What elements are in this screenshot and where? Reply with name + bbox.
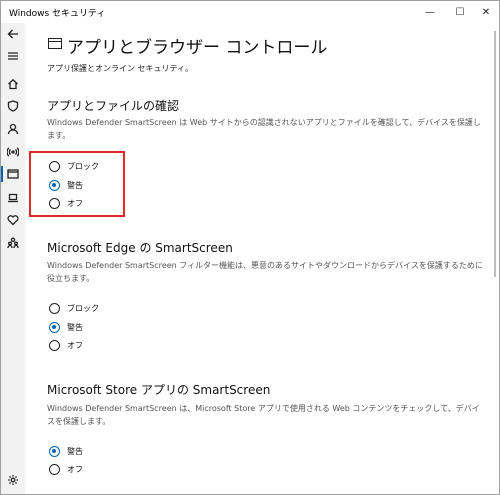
section-heading-edge-smartscreen: Microsoft Edge の SmartScreen: [47, 241, 233, 255]
page-title: アプリとブラウザー コントロール: [67, 38, 328, 58]
maximize-button[interactable]: ☐: [447, 1, 473, 23]
radio-label: オフ: [67, 340, 83, 350]
sidebar: [1, 23, 25, 494]
gear-icon[interactable]: [5, 472, 21, 488]
section-description: Windows Defender SmartScreen は Web サイトから…: [47, 118, 481, 140]
radio-circle[interactable]: [49, 302, 60, 314]
window-title: Windows セキュリティ: [9, 9, 106, 19]
section-description: Windows Defender SmartScreen は、Microsoft…: [47, 404, 480, 426]
app-browser-icon[interactable]: [5, 166, 21, 182]
person-icon[interactable]: [5, 121, 21, 137]
heart-icon[interactable]: [5, 212, 21, 228]
radio-label: 警告: [67, 322, 83, 332]
radio-store-warn[interactable]: 警告: [49, 444, 83, 458]
vertical-scrollbar[interactable]: [491, 23, 499, 494]
scrollbar-thumb[interactable]: [494, 31, 496, 277]
family-icon[interactable]: [5, 235, 21, 251]
highlight-annotation: [29, 151, 125, 217]
radio-edge-block[interactable]: ブロック: [49, 301, 99, 315]
title-bar: Windows セキュリティ — ☐ ✕: [1, 1, 499, 23]
radio-circle[interactable]: [49, 339, 60, 351]
laptop-icon[interactable]: [5, 190, 21, 206]
home-icon[interactable]: [5, 76, 21, 92]
section-description: Windows Defender SmartScreen フィルター機能は、悪意…: [47, 261, 483, 283]
radio-label: ブロック: [67, 303, 99, 313]
app-window: Windows セキュリティ — ☐ ✕ アプリとブラウザー コントロール アプ…: [0, 0, 500, 495]
back-arrow-icon[interactable]: [5, 26, 21, 42]
radio-edge-off[interactable]: オフ: [49, 338, 83, 352]
radio-label: オフ: [67, 464, 83, 474]
radio-edge-warn[interactable]: 警告: [49, 320, 83, 334]
active-indicator: [1, 166, 3, 182]
section-heading-app-file-check: アプリとファイルの確認: [47, 99, 180, 113]
close-button[interactable]: ✕: [473, 1, 499, 23]
radio-label: 警告: [67, 446, 83, 456]
page-subtitle: アプリ保護とオンライン セキュリティ。: [47, 64, 194, 73]
radio-circle-checked[interactable]: [49, 445, 60, 457]
radio-circle[interactable]: [49, 463, 60, 475]
radio-store-off[interactable]: オフ: [49, 462, 83, 476]
hamburger-menu-icon[interactable]: [5, 48, 21, 64]
radio-circle-checked[interactable]: [49, 321, 60, 333]
app-browser-icon: [48, 38, 62, 49]
wireless-icon[interactable]: [5, 144, 21, 160]
minimize-button[interactable]: —: [417, 1, 443, 23]
shield-icon[interactable]: [5, 98, 21, 114]
main-content: アプリとブラウザー コントロール アプリ保護とオンライン セキュリティ。 アプリ…: [25, 23, 491, 494]
section-heading-store-smartscreen: Microsoft Store アプリの SmartScreen: [47, 383, 271, 397]
